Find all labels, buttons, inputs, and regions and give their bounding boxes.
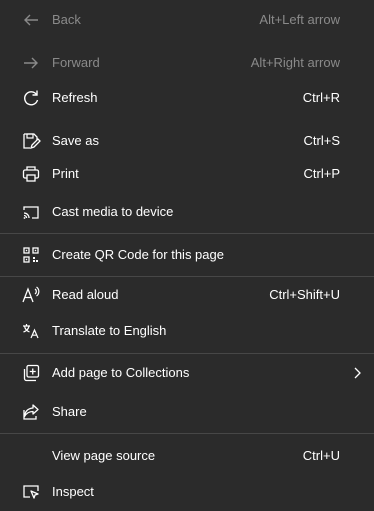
menu-item-inspect[interactable]: Inspect bbox=[0, 473, 374, 511]
menu-item-back[interactable]: Back Alt+Left arrow bbox=[0, 1, 374, 39]
menu-item-save-as-label: Save as bbox=[52, 133, 99, 148]
menu-item-cast-media-label: Cast media to device bbox=[52, 204, 174, 219]
menu-item-read-aloud-shortcut: Ctrl+Shift+U bbox=[269, 287, 340, 302]
menu-item-translate-label: Translate to English bbox=[52, 323, 167, 338]
menu-item-refresh-shortcut: Ctrl+R bbox=[302, 90, 340, 105]
menu-item-print[interactable]: Print Ctrl+P bbox=[0, 155, 374, 193]
menu-item-read-aloud-label: Read aloud bbox=[52, 287, 119, 302]
qr-code-icon bbox=[21, 245, 41, 265]
menu-item-share[interactable]: Share bbox=[0, 393, 374, 431]
menu-item-refresh[interactable]: Refresh Ctrl+R bbox=[0, 79, 374, 117]
chevron-right-icon bbox=[350, 365, 364, 381]
menu-item-print-label: Print bbox=[52, 166, 79, 181]
cast-icon bbox=[21, 202, 41, 222]
menu-item-print-shortcut: Ctrl+P bbox=[303, 166, 340, 181]
menu-item-read-aloud[interactable]: Read aloud Ctrl+Shift+U bbox=[0, 276, 374, 314]
menu-item-forward-label: Forward bbox=[52, 55, 100, 70]
menu-separator bbox=[0, 233, 374, 234]
inspect-icon bbox=[21, 482, 41, 502]
translate-icon bbox=[21, 321, 41, 341]
menu-item-add-to-collections[interactable]: Add page to Collections bbox=[0, 354, 374, 392]
context-menu: Back Alt+Left arrow Forward Alt+Right ar… bbox=[0, 0, 374, 504]
back-arrow-icon bbox=[21, 10, 41, 30]
menu-item-back-label: Back bbox=[52, 12, 81, 27]
read-aloud-icon bbox=[21, 285, 41, 305]
menu-item-share-label: Share bbox=[52, 404, 87, 419]
save-as-icon bbox=[21, 131, 41, 151]
menu-item-translate[interactable]: Translate to English bbox=[0, 312, 374, 350]
collections-icon bbox=[21, 363, 41, 383]
menu-item-create-qr-code-label: Create QR Code for this page bbox=[52, 247, 224, 262]
forward-arrow-icon bbox=[21, 53, 41, 73]
menu-item-view-page-source[interactable]: View page source Ctrl+U bbox=[0, 437, 374, 475]
menu-item-save-as-shortcut: Ctrl+S bbox=[303, 133, 340, 148]
menu-item-refresh-label: Refresh bbox=[52, 90, 98, 105]
refresh-icon bbox=[21, 88, 41, 108]
menu-item-create-qr-code[interactable]: Create QR Code for this page bbox=[0, 236, 374, 274]
menu-item-view-page-source-label: View page source bbox=[52, 448, 156, 463]
print-icon bbox=[21, 164, 41, 184]
menu-item-forward-shortcut: Alt+Right arrow bbox=[250, 55, 340, 70]
menu-item-forward[interactable]: Forward Alt+Right arrow bbox=[0, 44, 374, 82]
menu-item-cast-media[interactable]: Cast media to device bbox=[0, 193, 374, 231]
menu-item-view-page-source-shortcut: Ctrl+U bbox=[302, 448, 340, 463]
menu-item-add-to-collections-label: Add page to Collections bbox=[52, 365, 190, 380]
menu-item-back-shortcut: Alt+Left arrow bbox=[259, 12, 340, 27]
menu-separator bbox=[0, 433, 374, 434]
share-icon bbox=[21, 402, 41, 422]
menu-item-inspect-label: Inspect bbox=[52, 484, 94, 499]
